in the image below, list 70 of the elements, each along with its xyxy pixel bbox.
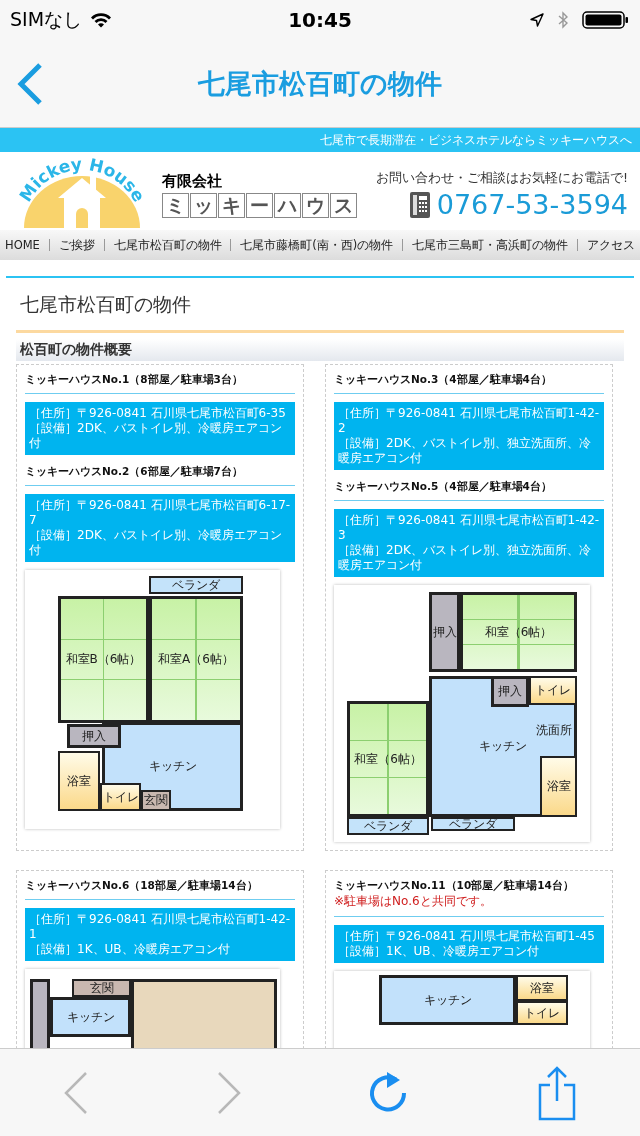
name-tile: ス: [330, 193, 357, 218]
forward-icon[interactable]: [215, 1070, 242, 1115]
share-icon[interactable]: [536, 1064, 577, 1121]
property-name: ミッキーハウスNo.1（8部屋／駐車場3台）: [25, 373, 244, 387]
location-icon: [530, 13, 544, 27]
carrier-label: SIMなし: [10, 7, 83, 32]
room: 和室A（6帖）: [149, 596, 243, 723]
parking-note: ※駐車場はNo.6と共同です。: [334, 893, 493, 910]
tagline: 七尾市で長期滞在・ビジネスホテルならミッキーハウスへ: [320, 132, 632, 148]
room: 玄関: [141, 790, 171, 811]
section-heading: 松百町の物件概要: [16, 339, 624, 361]
property-name: ミッキーハウスNo.2（6部屋／駐車場7台）: [25, 465, 244, 479]
menu-link[interactable]: アクセス: [586, 237, 635, 253]
room: 玄関: [72, 979, 131, 997]
room: 洗面所: [535, 722, 573, 739]
content-heading: 七尾市松百町の物件: [16, 278, 624, 333]
property-name: ミッキーハウスNo.11（10部屋／駐車場14台）: [334, 879, 575, 893]
name-tile: ー: [246, 193, 273, 218]
wifi-icon: [90, 12, 113, 28]
menu-link[interactable]: ご挨拶: [58, 237, 95, 253]
telephone-icon: [408, 190, 431, 219]
room: トイレ: [529, 676, 577, 705]
room: 和室B（6帖）: [58, 596, 149, 723]
room: キッチン: [50, 997, 131, 1037]
company-type: 有限会社: [162, 172, 223, 191]
address-text: ［住所］〒926-0841 石川県七尾市松百町1-42-3: [338, 513, 600, 543]
room: 浴室: [540, 756, 577, 817]
property-name: ミッキーハウスNo.3（4部屋／駐車場4台）: [334, 373, 553, 387]
address-text: ［住所］〒926-0841 石川県七尾市松百町6-17-7: [29, 498, 291, 528]
page-title: 七尾市松百町の物件: [196, 66, 443, 101]
facilities-text: ［設備］2DK、バストイレ別、冷暖房エアコン付: [29, 421, 283, 451]
back-icon[interactable]: [63, 1070, 90, 1115]
room: 和室（6帖）: [347, 701, 429, 817]
facilities-text: ［設備］2DK、バストイレ別、冷暖房エアコン付: [29, 528, 283, 558]
menu-link[interactable]: 七尾市藤橋町(南・西)の物件: [240, 237, 394, 253]
property-name: ミッキーハウスNo.6（18部屋／駐車場14台）: [25, 879, 259, 893]
address-text: ［住所］〒926-0841 石川県七尾市松百町6-35: [29, 406, 287, 421]
address-text: ［住所］〒926-0841 石川県七尾市松百町1-42-1: [29, 912, 291, 942]
room: トイレ: [516, 1001, 568, 1025]
menu-link[interactable]: 七尾市三島町・高浜町の物件: [412, 237, 569, 253]
name-tile: ウ: [302, 193, 329, 218]
battery-icon: [582, 10, 630, 30]
room: トイレ: [100, 783, 141, 811]
bluetooth-icon: [558, 11, 568, 29]
facilities-text: ［設備］1K、UB、冷暖房エアコン付: [29, 942, 231, 957]
room: 押入: [67, 724, 121, 748]
property-name: ミッキーハウスNo.5（4部屋／駐車場4台）: [334, 480, 553, 494]
facilities-text: ［設備］2DK、バストイレ別、独立洗面所、冷暖房エアコン付: [338, 543, 592, 573]
name-tile: ッ: [190, 193, 217, 218]
room: ベランダ: [347, 817, 429, 835]
facilities-text: ［設備］1K、UB、冷暖房エアコン付: [338, 944, 540, 959]
room: ベランダ: [149, 576, 243, 594]
menu-link[interactable]: 七尾市松百町の物件: [113, 237, 222, 253]
room: 和室（6帖）: [460, 592, 577, 672]
room: ベランダ: [431, 817, 515, 831]
back-icon[interactable]: [16, 61, 44, 106]
clock: 10:45: [287, 8, 353, 32]
address-text: ［住所］〒926-0841 石川県七尾市松百町1-42-2: [338, 406, 600, 436]
room: 押入: [429, 592, 460, 672]
name-tile: ミ: [162, 193, 189, 218]
address-text: ［住所］〒926-0841 石川県七尾市松百町1-45: [338, 929, 596, 944]
room: 浴室: [516, 975, 568, 1001]
room: キッチン: [379, 975, 516, 1025]
name-tile: ハ: [274, 193, 301, 218]
facilities-text: ［設備］2DK、バストイレ別、独立洗面所、冷暖房エアコン付: [338, 436, 592, 466]
menu-link[interactable]: HOME: [5, 238, 40, 252]
room: 浴室: [58, 751, 100, 811]
contact-note: お問い合わせ・ご相談はお気軽にお電話で!: [376, 170, 628, 187]
room: 押入: [491, 676, 529, 707]
name-tile: キ: [218, 193, 245, 218]
